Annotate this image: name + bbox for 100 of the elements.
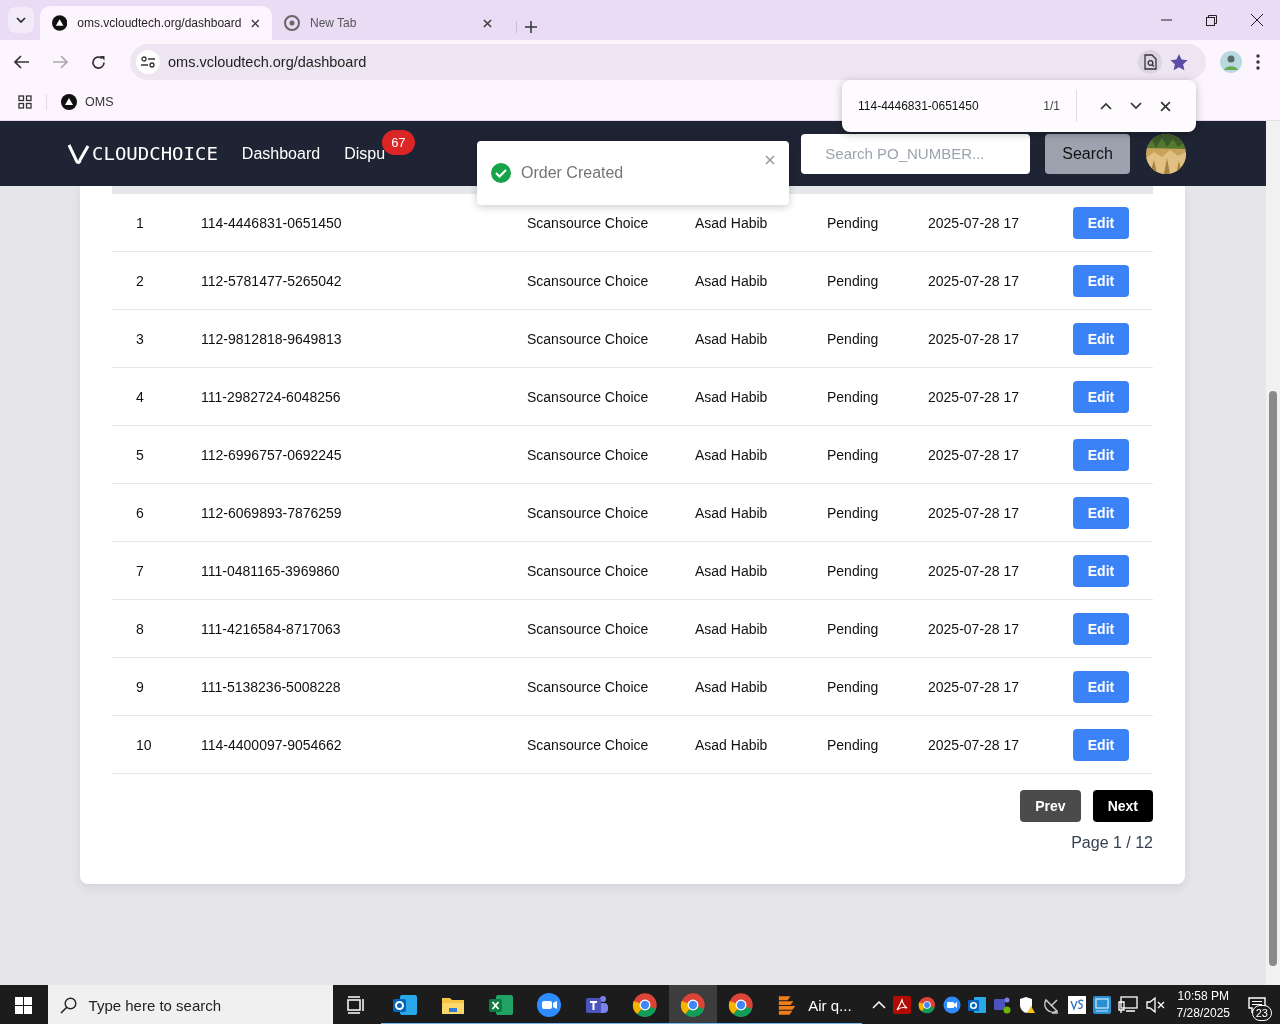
po-number: 114-4446831-0651450: [201, 214, 343, 231]
app-label[interactable]: Air q...: [808, 996, 862, 1014]
clock[interactable]: 10:58 PM 7/28/2025: [1176, 988, 1230, 1022]
close-icon[interactable]: [1160, 100, 1171, 112]
menu-icon[interactable]: [1256, 54, 1260, 70]
outlook-icon[interactable]: [967, 996, 986, 1014]
order-date: 2025-07-28 17: [928, 736, 1021, 753]
edit-button[interactable]: Edit: [1073, 728, 1129, 761]
zoom-icon[interactable]: [536, 992, 563, 1018]
restore-icon[interactable]: [1206, 14, 1217, 26]
vendor-name: Scansource Choice: [527, 736, 650, 753]
edit-button[interactable]: Edit: [1073, 612, 1129, 645]
order-status: Pending: [827, 272, 880, 289]
edit-button[interactable]: Edit: [1073, 496, 1129, 529]
chevron-down-icon[interactable]: [1130, 102, 1142, 110]
excel-icon[interactable]: [488, 993, 515, 1017]
profile-avatar-icon[interactable]: [1220, 51, 1242, 73]
search-placeholder: Type here to search: [88, 996, 222, 1014]
volume-muted-icon[interactable]: [1144, 996, 1165, 1014]
folder-icon[interactable]: [441, 995, 466, 1015]
check-circle-icon: [491, 163, 511, 183]
site-logo-icon: [61, 94, 77, 110]
page-indicator: Page 1 / 12: [1071, 834, 1153, 851]
teams-icon[interactable]: [992, 996, 1011, 1014]
row-number: 6: [135, 504, 145, 521]
user-name: Asad Habib: [695, 736, 769, 753]
chevron-down-icon: [16, 17, 26, 23]
prev-button[interactable]: Prev: [1020, 790, 1081, 822]
logo-text: CLOUDCHOICE: [92, 143, 218, 164]
order-status: Pending: [827, 678, 880, 695]
order-status: Pending: [827, 214, 880, 231]
po-number: 114-4400097-9054662: [201, 736, 343, 753]
search-icon: [59, 996, 77, 1014]
browser-tab[interactable]: New Tab: [272, 6, 504, 40]
search-field[interactable]: Search PO_NUMBER...: [801, 133, 1031, 174]
app-window-icon[interactable]: [1067, 996, 1086, 1014]
find-query-field[interactable]: 114-4446831-0651450: [858, 99, 1044, 113]
bookmark-link[interactable]: OMS: [85, 95, 114, 109]
order-date: 2025-07-28 17: [928, 330, 1021, 347]
chrome-icon[interactable]: [917, 996, 936, 1014]
edit-button[interactable]: Edit: [1073, 670, 1129, 703]
vendor-name: Scansource Choice: [527, 214, 650, 231]
edit-button[interactable]: Edit: [1073, 206, 1129, 239]
browser-tab[interactable]: oms.vcloudtech.org/dashboard: [40, 6, 272, 40]
edit-button[interactable]: Edit: [1073, 264, 1129, 297]
tab-search-button[interactable]: [8, 7, 34, 33]
po-number: 111-4216584-8717063: [201, 620, 342, 637]
next-button[interactable]: Next: [1092, 790, 1153, 822]
acrobat-icon[interactable]: [892, 996, 911, 1014]
row-number: 4: [135, 388, 145, 405]
toast-message: Order Created: [521, 164, 625, 182]
satellite-dish-icon[interactable]: [1042, 996, 1061, 1014]
order-date: 2025-07-28 17: [928, 388, 1021, 405]
nav-link[interactable]: Dashboard: [241, 144, 321, 163]
vendor-name: Scansource Choice: [527, 620, 650, 637]
network-icon[interactable]: [1117, 996, 1138, 1014]
user-name: Asad Habib: [695, 388, 769, 405]
edit-button[interactable]: Edit: [1073, 380, 1129, 413]
logo-icon: [68, 143, 90, 164]
po-number: 111-0481165-3969860: [201, 562, 341, 579]
apps-grid-icon[interactable]: [18, 95, 32, 109]
shield-warning-icon[interactable]: [1017, 996, 1036, 1014]
user-name: Asad Habib: [695, 214, 769, 231]
taskbar-search-field[interactable]: Type here to search: [47, 985, 334, 1024]
order-status: Pending: [827, 562, 880, 579]
order-date: 2025-07-28 17: [928, 504, 1021, 521]
order-date: 2025-07-28 17: [928, 562, 1021, 579]
chrome-icon[interactable]: [728, 992, 755, 1018]
search-button[interactable]: Search: [1045, 133, 1130, 174]
order-date: 2025-07-28 17: [928, 446, 1021, 463]
edit-button[interactable]: Edit: [1073, 554, 1129, 587]
back-icon[interactable]: [14, 55, 30, 69]
po-number: 112-6069893-7876259: [201, 504, 343, 521]
chrome-icon[interactable]: [632, 992, 659, 1018]
tab-close-icon[interactable]: [483, 18, 492, 28]
row-number: 8: [135, 620, 145, 637]
row-number: 7: [135, 562, 145, 579]
reload-icon[interactable]: [90, 54, 106, 70]
order-status: Pending: [827, 504, 880, 521]
close-icon[interactable]: [1251, 14, 1263, 26]
zoom-icon[interactable]: [942, 996, 961, 1014]
find-in-page-icon[interactable]: [1143, 54, 1157, 70]
outlook-icon[interactable]: [392, 993, 419, 1017]
monitor-app-icon[interactable]: [1092, 996, 1111, 1014]
bookmark-star-icon[interactable]: [1170, 53, 1188, 71]
chevron-up-icon[interactable]: [1100, 102, 1112, 110]
edit-button[interactable]: Edit: [1073, 438, 1129, 471]
order-date: 2025-07-28 17: [928, 620, 1021, 637]
vendor-name: Scansource Choice: [527, 272, 650, 289]
site-settings-icon[interactable]: [141, 56, 155, 68]
chrome-icon[interactable]: [680, 992, 707, 1018]
user-name: Asad Habib: [695, 620, 769, 637]
order-status: Pending: [827, 620, 880, 637]
windows-start-icon[interactable]: [15, 996, 33, 1014]
new-tab-icon[interactable]: [525, 21, 537, 33]
scrollbar[interactable]: [1266, 121, 1280, 985]
po-number: 111-5138236-5008228: [201, 678, 342, 695]
row-number: 10: [135, 736, 153, 753]
tab-close-icon[interactable]: [251, 18, 260, 28]
edit-button[interactable]: Edit: [1073, 322, 1129, 355]
